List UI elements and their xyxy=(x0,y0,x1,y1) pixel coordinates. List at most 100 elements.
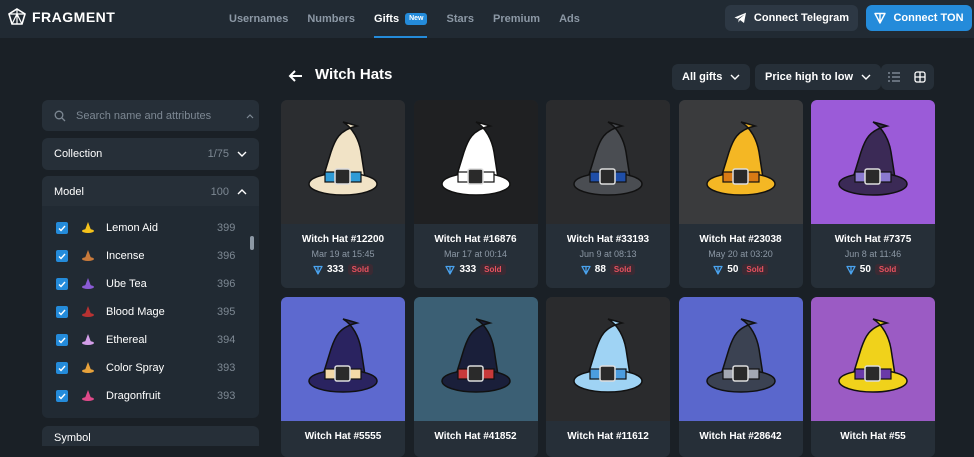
checkbox-checked-icon[interactable] xyxy=(56,278,68,290)
gift-card[interactable]: Witch Hat #16876 Mar 17 at 00:14 333 Sold xyxy=(413,100,538,288)
gift-image xyxy=(811,100,935,224)
collection-filter[interactable]: Collection 1/75 xyxy=(42,138,259,170)
model-count: 396 xyxy=(217,278,236,290)
gift-price-value: 333 xyxy=(459,264,477,275)
checkbox-checked-icon[interactable] xyxy=(56,250,68,262)
model-name: Incense xyxy=(106,250,145,262)
gift-card[interactable]: Witch Hat #11612 xyxy=(546,297,670,457)
model-name: Ube Tea xyxy=(106,278,147,290)
nav-gifts[interactable]: Gifts New xyxy=(374,0,428,38)
collapse-chevron-icon[interactable] xyxy=(246,113,254,119)
gift-card[interactable]: Witch Hat #33193 Jun 9 at 08:13 88 Sold xyxy=(546,100,670,288)
gift-name: Witch Hat #16876 xyxy=(434,234,517,245)
checkbox-checked-icon[interactable] xyxy=(56,390,68,402)
search-input[interactable] xyxy=(76,109,236,122)
list-view-button[interactable] xyxy=(881,64,907,90)
witch-hat-thumbnail-icon xyxy=(82,390,94,401)
checkbox-checked-icon[interactable] xyxy=(56,362,68,374)
witch-hat-thumbnail-icon xyxy=(82,222,94,233)
nav-ads[interactable]: Ads xyxy=(559,0,580,38)
model-item[interactable]: Ube Tea 396 xyxy=(42,270,247,298)
top-navigation-bar: FRAGMENT Usernames Numbers Gifts New Star… xyxy=(0,0,974,38)
nav-stars-label: Stars xyxy=(446,13,475,25)
sold-badge: Sold xyxy=(742,264,768,275)
connect-telegram-button[interactable]: Connect Telegram xyxy=(725,5,858,31)
ton-icon xyxy=(313,265,323,275)
witch-hat-thumbnail-icon xyxy=(82,278,94,289)
gift-image xyxy=(281,297,405,421)
chevron-down-icon xyxy=(730,74,740,80)
gift-card[interactable]: Witch Hat #28642 xyxy=(678,297,803,457)
sold-badge: Sold xyxy=(874,264,901,275)
nav-usernames[interactable]: Usernames xyxy=(229,0,288,38)
model-item[interactable]: Dragonfruit 393 xyxy=(42,382,247,410)
model-item[interactable]: Lemon Aid 399 xyxy=(42,214,247,242)
symbol-label: Symbol xyxy=(54,432,91,444)
model-list-scroll-thumb[interactable] xyxy=(250,236,254,250)
gift-name: Witch Hat #41852 xyxy=(434,431,517,442)
model-list: Lemon Aid 399 Incense 396 Ube Tea 396 Blood Ma… xyxy=(42,206,259,418)
fragment-logo[interactable]: FRAGMENT xyxy=(8,8,115,26)
nav-stars[interactable]: Stars xyxy=(446,0,474,38)
collection-label: Collection xyxy=(54,148,103,160)
gift-price: 50 Sold xyxy=(811,264,935,275)
gift-image xyxy=(678,297,803,421)
sold-badge: Sold xyxy=(347,264,374,275)
gift-name: Witch Hat #33193 xyxy=(566,234,650,245)
gift-name: Witch Hat #55 xyxy=(840,431,906,442)
sort-dropdown[interactable]: Price high to low xyxy=(755,64,882,90)
model-count: 393 xyxy=(217,390,236,402)
gift-card[interactable]: Witch Hat #23038 May 20 at 03:20 50 Sold xyxy=(678,100,803,288)
symbol-filter[interactable]: Symbol xyxy=(42,426,259,446)
search-icon xyxy=(54,110,66,121)
gift-date: May 20 at 03:20 xyxy=(708,249,773,259)
model-item[interactable]: Blood Mage 395 xyxy=(42,298,247,326)
witch-hat-image xyxy=(678,100,803,224)
gift-image xyxy=(546,297,670,421)
gift-card[interactable]: Witch Hat #5555 xyxy=(281,297,405,457)
gift-card[interactable]: Witch Hat #55 xyxy=(811,297,935,457)
model-name: Lemon Aid xyxy=(106,222,158,234)
model-filter[interactable]: Model 100 xyxy=(42,176,259,208)
back-arrow-icon[interactable] xyxy=(288,68,304,84)
gift-name: Witch Hat #11612 xyxy=(567,431,649,442)
all-gifts-label: All gifts xyxy=(682,71,723,83)
ton-icon xyxy=(713,265,723,275)
nav-usernames-label: Usernames xyxy=(229,13,289,25)
gift-name: Witch Hat #12200 xyxy=(301,234,385,245)
gift-price-value: 88 xyxy=(594,264,606,275)
checkbox-checked-icon[interactable] xyxy=(56,222,68,234)
model-item[interactable]: Ethereal 394 xyxy=(42,326,247,354)
gift-card[interactable]: Witch Hat #12200 Mar 19 at 15:45 333 Sold xyxy=(281,100,405,288)
nav-numbers-label: Numbers xyxy=(307,13,356,25)
model-name: Dragonfruit xyxy=(106,390,161,402)
model-item[interactable]: Color Spray 393 xyxy=(42,354,247,382)
witch-hat-image xyxy=(546,100,670,224)
telegram-icon xyxy=(734,12,746,23)
checkbox-checked-icon[interactable] xyxy=(56,334,68,346)
gift-price-value: 333 xyxy=(326,264,344,275)
connect-ton-label: Connect TON xyxy=(893,12,964,24)
grid-view-button[interactable] xyxy=(907,64,933,90)
all-gifts-dropdown[interactable]: All gifts xyxy=(672,64,751,90)
model-count: 399 xyxy=(217,222,236,234)
connect-ton-button[interactable]: Connect TON xyxy=(866,5,972,31)
gift-card[interactable]: Witch Hat #7375 Jun 8 at 11:46 50 Sold xyxy=(811,100,935,288)
search-box xyxy=(42,100,259,131)
nav-numbers[interactable]: Numbers xyxy=(307,0,355,38)
gift-price: 50 Sold xyxy=(679,264,803,275)
model-count: 396 xyxy=(217,250,236,262)
witch-hat-image xyxy=(811,100,935,224)
model-item[interactable]: Incense 396 xyxy=(42,242,247,270)
model-name: Color Spray xyxy=(106,362,165,374)
sort-label: Price high to low xyxy=(765,71,854,83)
witch-hat-image xyxy=(281,297,405,421)
gift-price: 88 Sold xyxy=(546,264,670,275)
gift-price: 333 Sold xyxy=(414,264,538,275)
gift-card[interactable]: Witch Hat #41852 xyxy=(413,297,538,457)
checkbox-checked-icon[interactable] xyxy=(56,306,68,318)
nav-premium[interactable]: Premium xyxy=(493,0,540,38)
sold-badge: Sold xyxy=(609,264,636,275)
model-count: 100 xyxy=(210,186,229,198)
ton-icon xyxy=(445,265,456,275)
